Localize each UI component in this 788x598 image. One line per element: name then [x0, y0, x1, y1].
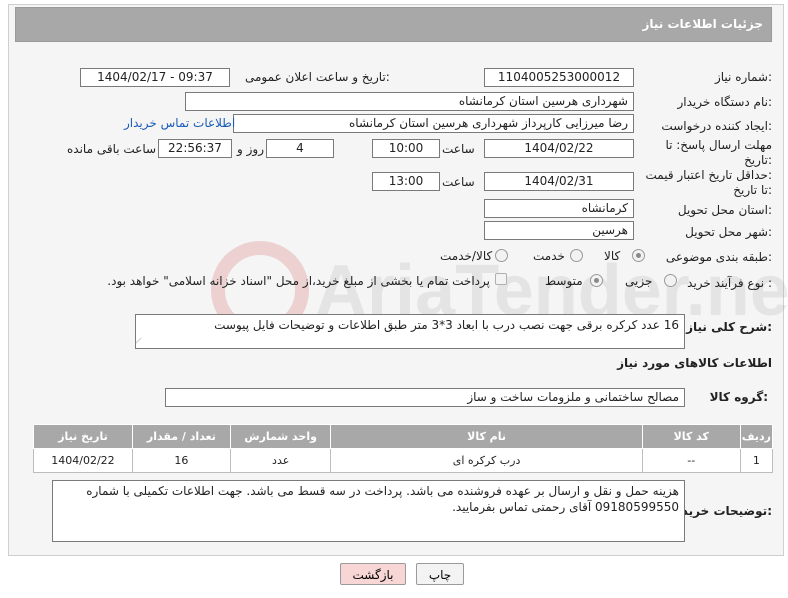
- cell-unit: عدد: [229, 448, 332, 473]
- description-label: شرح کلی نیاز:: [686, 320, 772, 334]
- category-goods-label: کالا: [604, 249, 621, 263]
- col-unit: واحد شمارش: [229, 424, 332, 449]
- items-section-title: اطلاعات کالاهای مورد نیاز: [617, 356, 772, 370]
- process-minor-label: جزیی: [625, 274, 653, 288]
- remaining-time-field[interactable]: 22:56:37: [158, 139, 232, 158]
- category-service-label: خدمت: [533, 249, 565, 263]
- panel-header: جزئیات اطلاعات نیاز: [15, 7, 772, 42]
- col-need-date: تاریخ نیاز: [33, 424, 133, 449]
- reply-deadline-label: مهلت ارسال پاسخ: تا: [665, 138, 772, 152]
- process-medium-label: متوسط: [545, 274, 583, 288]
- buyer-notes-text: هزینه حمل و نقل و ارسال بر عهده فروشنده …: [86, 484, 679, 514]
- treasury-payment-checkbox[interactable]: [495, 273, 507, 285]
- price-validity-label-2: تا تاریخ:: [733, 183, 772, 197]
- remaining-time-label: ساعت باقی مانده: [67, 142, 157, 156]
- need-number-label: شماره نیاز:: [714, 70, 772, 84]
- col-item-code: کد کالا: [641, 424, 741, 449]
- cell-item-code: --: [641, 448, 741, 473]
- cell-item-name: درب کرکره ای: [330, 448, 643, 473]
- table-header-row: ردیف کد کالا نام کالا واحد شمارش تعداد /…: [33, 424, 774, 449]
- cell-row-number: 1: [739, 448, 774, 473]
- reply-deadline-label-2: تاریخ:: [744, 153, 772, 167]
- buyer-notes-label: توضیحات خریدار:: [670, 504, 772, 518]
- category-goods-service-radio[interactable]: [495, 249, 508, 262]
- need-number-field[interactable]: 1104005253000012: [484, 68, 634, 87]
- goods-group-field[interactable]: مصالح ساختمانی و ملزومات ساخت و ساز: [165, 388, 685, 407]
- creator-field[interactable]: رضا میرزایی کارپرداز شهرداری هرسین استان…: [233, 114, 634, 133]
- province-field[interactable]: کرمانشاه: [484, 199, 634, 218]
- price-date-field[interactable]: 1404/02/31: [484, 172, 634, 191]
- buyer-org-field[interactable]: شهرداری هرسین استان کرمانشاه: [185, 92, 634, 111]
- table-row[interactable]: 1 -- درب کرکره ای عدد 16 1404/02/22: [33, 448, 774, 473]
- reply-date-field[interactable]: 1404/02/22: [484, 139, 634, 158]
- back-button[interactable]: بازگشت: [340, 563, 406, 585]
- col-row-number: ردیف: [739, 424, 774, 449]
- process-minor-radio[interactable]: [664, 274, 677, 287]
- panel-title: جزئیات اطلاعات نیاز: [642, 17, 763, 31]
- province-label: استان محل تحویل:: [677, 203, 772, 217]
- city-field[interactable]: هرسین: [484, 221, 634, 240]
- announce-datetime-label: تاریخ و ساعت اعلان عمومی:: [245, 70, 390, 84]
- days-label: روز و: [237, 142, 264, 156]
- city-label: شهر محل تحویل:: [685, 225, 772, 239]
- price-time-field[interactable]: 13:00: [372, 172, 440, 191]
- price-time-label: ساعت: [442, 175, 475, 189]
- items-table: ردیف کد کالا نام کالا واحد شمارش تعداد /…: [33, 424, 774, 473]
- category-label: طبقه بندی موضوعی:: [665, 250, 772, 264]
- announce-datetime-field[interactable]: 1404/02/17 - 09:37: [80, 68, 230, 87]
- print-button[interactable]: چاپ: [416, 563, 464, 585]
- buyer-contact-link[interactable]: اطلاعات تماس خریدار: [124, 116, 235, 130]
- days-field[interactable]: 4: [266, 139, 334, 158]
- col-quantity: تعداد / مقدار: [131, 424, 231, 449]
- buyer-notes-textarea[interactable]: هزینه حمل و نقل و ارسال بر عهده فروشنده …: [52, 480, 685, 542]
- category-goods-service-label: کالا/خدمت: [440, 249, 493, 263]
- goods-group-label: گروه کالا:: [709, 390, 768, 404]
- cell-need-date: 1404/02/22: [33, 448, 133, 473]
- process-type-label: نوع فرآیند خرید :: [687, 276, 772, 290]
- cell-quantity: 16: [131, 448, 231, 473]
- col-item-name: نام کالا: [330, 424, 643, 449]
- description-textarea[interactable]: 16 عدد کرکره برقی جهت نصب درب با ابعاد 3…: [135, 314, 685, 349]
- description-text: 16 عدد کرکره برقی جهت نصب درب با ابعاد 3…: [214, 318, 679, 332]
- reply-time-field[interactable]: 10:00: [372, 139, 440, 158]
- process-medium-radio[interactable]: [590, 274, 603, 287]
- category-goods-radio[interactable]: [632, 249, 645, 262]
- category-service-radio[interactable]: [570, 249, 583, 262]
- treasury-payment-note: پرداخت تمام یا بخشی از مبلغ خرید،از محل …: [107, 274, 490, 288]
- buyer-org-label: نام دستگاه خریدار:: [677, 95, 773, 109]
- reply-time-label: ساعت: [442, 142, 475, 156]
- price-validity-label: حداقل تاریخ اعتبار قیمت:: [645, 168, 772, 182]
- resize-grip-icon[interactable]: [135, 337, 147, 349]
- creator-label: ایجاد کننده درخواست:: [661, 119, 772, 133]
